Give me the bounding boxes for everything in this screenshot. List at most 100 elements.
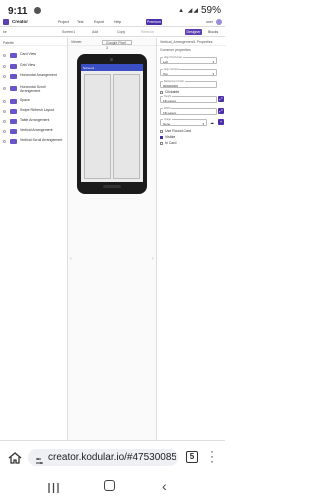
device-selector[interactable]: Google Pixel 3 bbox=[102, 39, 132, 50]
field-caption: Width bbox=[163, 107, 172, 110]
vertical-arrangement-1[interactable] bbox=[84, 74, 111, 179]
field-caption: Align Horizontal bbox=[163, 56, 183, 59]
palette-item-table-arrangement[interactable]: Table Arrangement bbox=[0, 117, 68, 126]
help-icon[interactable] bbox=[3, 100, 6, 103]
palette-item-label: Swipe Refresh Layout bbox=[20, 108, 55, 112]
help-icon[interactable] bbox=[3, 65, 6, 68]
menu-test[interactable]: Test bbox=[77, 20, 83, 24]
checkbox-icon[interactable] bbox=[160, 141, 163, 145]
copy-screen-button[interactable]: Copy bbox=[117, 30, 125, 34]
notification-icon bbox=[34, 7, 41, 14]
system-navigation-bar: ‹ bbox=[0, 472, 225, 500]
checkbox-label: In Card bbox=[165, 141, 177, 145]
help-icon[interactable] bbox=[3, 140, 6, 143]
home-button-icon[interactable] bbox=[104, 480, 115, 491]
width-field[interactable]: Width Fill parent bbox=[160, 107, 217, 115]
palette-item-label: Horizontal Arrangement bbox=[20, 73, 57, 77]
field-value: #00000000 bbox=[163, 84, 179, 88]
blocks-button[interactable]: Blocks bbox=[208, 30, 218, 34]
width-expand-button[interactable]: ⤢ bbox=[218, 108, 224, 114]
palette-panel: Palette Card View Grid View Horizontal A… bbox=[0, 38, 68, 440]
designer-toolbar: ke Screen1 Add Copy Remove Designer Bloc… bbox=[0, 27, 225, 37]
palette-item-label: Card View bbox=[20, 52, 37, 56]
recent-apps-icon[interactable] bbox=[48, 480, 59, 493]
vertical-scroll-icon bbox=[10, 139, 17, 144]
horizontal-arrangement-icon bbox=[10, 74, 17, 79]
project-name: ke bbox=[3, 30, 7, 34]
palette-item-grid-view[interactable]: Grid View bbox=[0, 62, 68, 71]
palette-item-label: Table Arrangement bbox=[20, 118, 50, 122]
vertical-arrangement-2[interactable] bbox=[113, 74, 140, 179]
palette-item-vertical-scroll[interactable]: Vertical Scroll Arrangement bbox=[0, 137, 68, 148]
remove-screen-button[interactable]: Remove bbox=[141, 30, 154, 34]
checkbox-icon[interactable] bbox=[160, 90, 163, 94]
help-icon[interactable] bbox=[3, 75, 6, 78]
back-icon[interactable]: ‹ bbox=[162, 478, 167, 494]
palette-item-card-view[interactable]: Card View bbox=[0, 51, 68, 60]
kodular-logo-icon bbox=[3, 19, 9, 25]
palette-item-label: Horizontal Scroll Arrangement bbox=[20, 85, 46, 93]
checkbox-label: Visible bbox=[165, 135, 176, 139]
premium-button[interactable]: Premium bbox=[146, 19, 162, 25]
palette-item-label: Grid View bbox=[20, 63, 36, 67]
palette-item-vertical-arrangement[interactable]: Vertical Arrangement bbox=[0, 127, 68, 136]
battery-level: 59% bbox=[200, 5, 221, 16]
menu-help[interactable]: Help bbox=[114, 20, 121, 24]
add-screen-button[interactable]: Add bbox=[92, 30, 98, 34]
grid-view-icon bbox=[10, 64, 17, 69]
address-bar[interactable]: creator.kodular.io/#4753008513 bbox=[28, 449, 178, 466]
screen-selector[interactable]: Screen1 bbox=[62, 30, 75, 34]
avatar[interactable] bbox=[216, 19, 222, 25]
card-view-icon bbox=[10, 53, 17, 58]
field-caption: Align Vertical bbox=[163, 68, 180, 71]
checkbox-checked-icon[interactable] bbox=[160, 135, 163, 139]
use-round-card-checkbox[interactable]: Use Round Card bbox=[160, 129, 191, 133]
viewer-title: Viewer bbox=[71, 40, 82, 44]
tab-switcher-button[interactable]: 5 bbox=[186, 451, 198, 463]
home-icon[interactable] bbox=[8, 451, 22, 464]
checkbox-icon[interactable] bbox=[160, 129, 163, 133]
in-card-checkbox[interactable]: In Card bbox=[160, 141, 176, 145]
image-add-button[interactable]: + bbox=[218, 119, 224, 125]
palette-item-horizontal-scroll[interactable]: Horizontal Scroll Arrangement bbox=[0, 84, 68, 95]
palette-header: Palette bbox=[0, 38, 67, 46]
palette-item-horizontal-arrangement[interactable]: Horizontal Arrangement bbox=[0, 72, 68, 83]
palette-item-space[interactable]: Space bbox=[0, 97, 68, 106]
viewer-panel: Viewer Google Pixel 3 Screen1 bbox=[68, 38, 156, 440]
palette-item-swipe-refresh[interactable]: Swipe Refresh Layout bbox=[0, 107, 68, 116]
background-color-field[interactable]: Background Color #00000000 bbox=[160, 80, 217, 88]
url-text: creator.kodular.io/#4753008513 bbox=[48, 452, 176, 463]
upload-icon[interactable]: ☁ bbox=[210, 120, 214, 125]
designer-button[interactable]: Designer bbox=[185, 29, 202, 35]
user-menu[interactable]: user bbox=[206, 20, 213, 24]
clickable-checkbox[interactable]: Clickable bbox=[160, 90, 179, 94]
viewer-header: Viewer Google Pixel 3 bbox=[68, 38, 156, 50]
field-value: Left bbox=[163, 60, 169, 64]
help-icon[interactable] bbox=[3, 130, 6, 133]
signal-icons: ▲ ◢◢ bbox=[178, 8, 199, 14]
help-icon[interactable] bbox=[3, 120, 6, 123]
brand-title: Creator bbox=[12, 19, 29, 24]
menu-export[interactable]: Export bbox=[94, 20, 104, 24]
properties-header: Vertical_Arrangement1 Properties bbox=[157, 38, 226, 46]
menu-project[interactable]: Project bbox=[58, 20, 69, 24]
table-arrangement-icon bbox=[10, 119, 17, 124]
checkbox-label: Use Round Card bbox=[165, 129, 192, 133]
left-splitter-icon[interactable]: ‹ bbox=[70, 256, 73, 262]
help-icon[interactable] bbox=[3, 110, 6, 113]
more-options-icon[interactable]: · · · bbox=[210, 445, 214, 467]
image-select[interactable]: Image None ▾ bbox=[160, 118, 207, 126]
site-info-icon[interactable] bbox=[35, 453, 44, 464]
chevron-down-icon: ▾ bbox=[212, 60, 214, 64]
align-vertical-select[interactable]: Align Vertical Top ▾ bbox=[160, 68, 217, 76]
right-splitter-icon[interactable]: › bbox=[152, 256, 155, 262]
visible-checkbox[interactable]: Visible bbox=[160, 135, 175, 139]
phone-preview: Screen1 bbox=[77, 54, 147, 194]
palette-item-label: Vertical Scroll Arrangement bbox=[20, 138, 63, 142]
height-field[interactable]: Height Fill parent bbox=[160, 95, 217, 103]
help-icon[interactable] bbox=[3, 54, 6, 57]
camera-icon bbox=[110, 58, 113, 61]
help-icon[interactable] bbox=[3, 87, 6, 90]
height-expand-button[interactable]: ⤢ bbox=[218, 96, 224, 102]
align-horizontal-select[interactable]: Align Horizontal Left ▾ bbox=[160, 56, 217, 64]
